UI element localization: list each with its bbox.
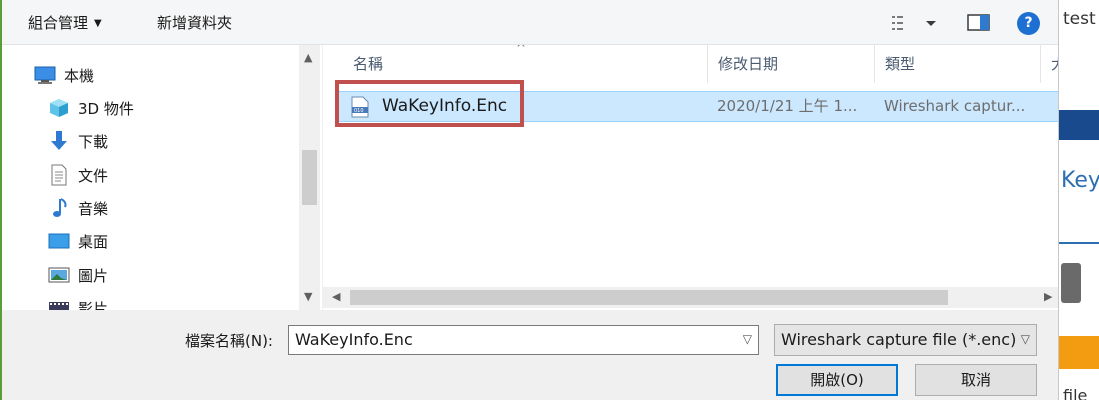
column-header-type[interactable]: 類型 bbox=[875, 45, 1041, 83]
file-modified-date: 2020/1/21 上午 1... bbox=[717, 97, 858, 115]
nav-item-this-pc[interactable]: 本機 bbox=[34, 61, 294, 89]
background-text-bottom: file bbox=[1063, 386, 1088, 400]
nav-item-music[interactable]: 音樂 bbox=[48, 194, 308, 222]
scroll-right-arrow-icon[interactable]: ▶ bbox=[1044, 290, 1052, 303]
column-header-row: ^ 名稱 修改日期 類型 大 bbox=[323, 45, 1060, 83]
chevron-down-icon: ▼ bbox=[94, 18, 102, 29]
view-options-icon bbox=[892, 16, 936, 30]
scroll-up-arrow-icon[interactable]: ▲ bbox=[304, 51, 312, 64]
background-page: test Key file bbox=[1058, 0, 1099, 400]
file-list: ^ 名稱 修改日期 類型 大 010 WaKeyInfo.Enc 2020/1/… bbox=[322, 45, 1060, 310]
nav-item-label: 影片 bbox=[78, 299, 109, 311]
background-blue-bar bbox=[1059, 110, 1099, 140]
nav-vertical-scrollbar[interactable]: ▲ ▼ bbox=[299, 45, 320, 310]
nav-item-label: 桌面 bbox=[78, 232, 109, 251]
nav-item-pictures[interactable]: 圖片 bbox=[48, 261, 308, 289]
capture-file-icon: 010 bbox=[349, 96, 371, 118]
organize-menu-button[interactable]: 組合管理 ▼ bbox=[28, 11, 102, 35]
change-view-button[interactable] bbox=[889, 13, 939, 33]
navigation-pane: 本機 3D 物件 下載 文件 音樂 桌面 圖片 影片 ▲ ▼ bbox=[2, 45, 322, 310]
nav-item-documents[interactable]: 文件 bbox=[48, 161, 308, 189]
printer-icon bbox=[1061, 263, 1081, 303]
nav-item-label: 音樂 bbox=[78, 199, 109, 218]
horizontal-scroll-thumb[interactable] bbox=[350, 290, 948, 305]
file-row[interactable]: 010 WaKeyInfo.Enc 2020/1/21 上午 1... Wire… bbox=[337, 91, 1060, 122]
preview-pane-icon bbox=[967, 14, 990, 31]
chevron-down-icon[interactable]: ▽ bbox=[743, 332, 752, 346]
download-arrow-icon bbox=[48, 130, 70, 152]
new-folder-button[interactable]: 新增資料夾 bbox=[157, 11, 232, 35]
computer-icon bbox=[34, 64, 56, 86]
chevron-down-icon: ▽ bbox=[1020, 332, 1030, 346]
nav-item-label: 本機 bbox=[64, 66, 95, 85]
pictures-icon bbox=[48, 264, 70, 286]
file-open-dialog: 組合管理 ▼ 新增資料夾 ? 本機 3D 物件 下載 文件 音樂 桌面 圖片 影… bbox=[0, 0, 1060, 400]
document-icon bbox=[48, 164, 70, 186]
scroll-left-arrow-icon[interactable]: ◀ bbox=[332, 290, 340, 303]
background-text-top: test bbox=[1063, 9, 1096, 29]
nav-item-videos[interactable]: 影片 bbox=[48, 294, 308, 310]
cube-3d-icon bbox=[48, 97, 70, 119]
nav-item-label: 下載 bbox=[78, 132, 109, 151]
background-orange-bar bbox=[1059, 336, 1099, 369]
help-icon[interactable]: ? bbox=[1017, 12, 1040, 35]
open-button[interactable]: 開啟(O) bbox=[776, 364, 898, 396]
file-list-horizontal-scrollbar[interactable]: ◀ ▶ bbox=[322, 287, 1060, 308]
music-note-icon bbox=[48, 197, 70, 219]
preview-pane-button[interactable] bbox=[966, 13, 992, 33]
filename-input[interactable]: WaKeyInfo.Enc ▽ bbox=[288, 325, 759, 355]
file-name: WaKeyInfo.Enc bbox=[382, 96, 508, 116]
toolbar: 組合管理 ▼ 新增資料夾 ? bbox=[2, 0, 1060, 45]
background-text-mid: Key bbox=[1061, 168, 1099, 193]
file-type-filter-select[interactable]: Wireshark capture file (*.enc) ▽ bbox=[774, 324, 1037, 356]
nav-scroll-thumb[interactable] bbox=[302, 150, 317, 205]
svg-text:010: 010 bbox=[354, 108, 364, 114]
nav-item-label: 圖片 bbox=[78, 266, 109, 285]
file-type-filter-value: Wireshark capture file (*.enc) bbox=[781, 330, 1017, 349]
background-divider bbox=[1059, 242, 1099, 244]
desktop-icon bbox=[48, 230, 70, 252]
organize-label: 組合管理 bbox=[28, 14, 89, 32]
filename-label: 檔案名稱(N): bbox=[185, 332, 273, 350]
nav-item-desktop[interactable]: 桌面 bbox=[48, 227, 308, 255]
filename-value: WaKeyInfo.Enc bbox=[295, 330, 413, 349]
column-header-name[interactable]: 名稱 bbox=[343, 45, 708, 83]
video-icon bbox=[48, 297, 70, 310]
nav-item-label: 3D 物件 bbox=[78, 99, 134, 118]
nav-item-label: 文件 bbox=[78, 166, 109, 185]
dialog-footer: 檔案名稱(N): WaKeyInfo.Enc ▽ Wireshark captu… bbox=[2, 310, 1060, 400]
file-type: Wireshark captur... bbox=[884, 97, 1026, 115]
cancel-button[interactable]: 取消 bbox=[915, 364, 1037, 396]
nav-item-downloads[interactable]: 下載 bbox=[48, 127, 308, 155]
scroll-down-arrow-icon[interactable]: ▼ bbox=[304, 290, 312, 303]
column-header-date[interactable]: 修改日期 bbox=[708, 45, 875, 83]
nav-item-3d-objects[interactable]: 3D 物件 bbox=[48, 94, 308, 122]
